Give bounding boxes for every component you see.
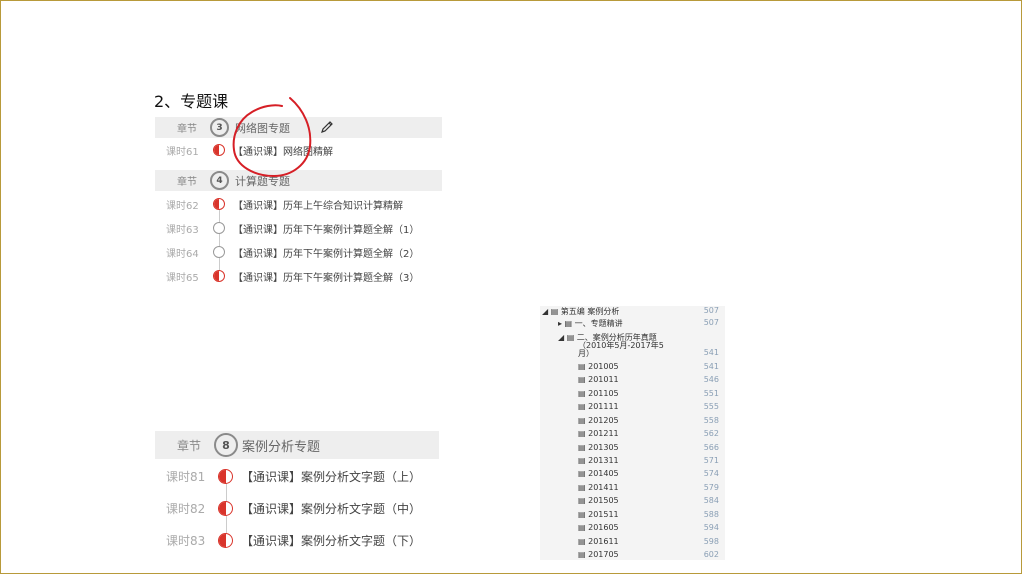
toc-entry-text: ▤ 201105 bbox=[578, 389, 619, 398]
lesson-title[interactable]: 【通识课】历年下午案例计算题全解（1） bbox=[233, 221, 419, 236]
lesson-number: 课时82 bbox=[166, 501, 206, 516]
toc-entry-text: ▤ 201311 bbox=[578, 456, 619, 465]
toc-page-number: 541 bbox=[703, 362, 719, 371]
toc-entry-text: ▤ 201511 bbox=[578, 510, 619, 519]
slide-frame bbox=[0, 0, 1022, 574]
chapter-number: 8 bbox=[214, 433, 238, 457]
edit-pencil-icon[interactable] bbox=[320, 120, 334, 134]
lesson-row[interactable]: 课时65 【通识课】历年下午案例计算题全解（3） bbox=[155, 267, 442, 285]
toc-entry-text: ▤ 201705 bbox=[578, 550, 619, 559]
toc-entry-text: ▸ ▤ 一、专题精讲 bbox=[558, 319, 623, 328]
toc-page-number: 594 bbox=[703, 523, 719, 532]
progress-empty-icon bbox=[213, 246, 225, 258]
toc-row[interactable]: ▤ 201105 551 bbox=[540, 389, 725, 402]
toc-row[interactable]: ▤ 201511 588 bbox=[540, 510, 725, 523]
progress-half-icon bbox=[213, 144, 225, 156]
toc-row[interactable]: ▤ 201011 546 bbox=[540, 375, 725, 388]
progress-half-icon bbox=[213, 198, 225, 210]
chapter-label: 章节 bbox=[177, 438, 202, 453]
toc-entry-text: ▤ 201205 bbox=[578, 416, 619, 425]
toc-row[interactable]: 月） 541 bbox=[540, 348, 725, 361]
lesson-title[interactable]: 【通识课】历年下午案例计算题全解（3） bbox=[233, 269, 419, 284]
toc-page-number: 602 bbox=[703, 550, 719, 559]
lesson-title[interactable]: 【通识课】案例分析文字题（中） bbox=[241, 500, 421, 517]
chapter-title: 案例分析专题 bbox=[242, 439, 321, 455]
toc-row[interactable]: ▤ 201505 584 bbox=[540, 496, 725, 509]
toc-page-number: 507 bbox=[703, 306, 719, 315]
lesson-row[interactable]: 课时62 【通识课】历年上午综合知识计算精解 bbox=[155, 195, 442, 213]
toc-page-number: 566 bbox=[703, 443, 719, 452]
lesson-title[interactable]: 【通识课】案例分析文字题（上） bbox=[241, 468, 421, 485]
progress-half-icon bbox=[218, 468, 233, 484]
toc-entry-text: ▤ 201411 bbox=[578, 483, 619, 492]
toc-row[interactable]: ▤ 201705 602 bbox=[540, 550, 725, 560]
hand-drawn-circle-annotation bbox=[232, 97, 312, 178]
lesson-number: 课时61 bbox=[166, 146, 199, 158]
toc-entry-text: ▤ 201005 bbox=[578, 362, 619, 371]
lesson-number: 课时63 bbox=[166, 224, 199, 236]
toc-entry-text: ▤ 201111 bbox=[578, 402, 619, 411]
toc-page-number: 551 bbox=[703, 389, 719, 398]
progress-half-icon bbox=[213, 270, 225, 282]
lesson-row[interactable]: 课时82 【通识课】案例分析文字题（中） bbox=[155, 498, 439, 518]
toc-entry-text: 月） bbox=[578, 349, 594, 358]
toc-page-number: 562 bbox=[703, 429, 719, 438]
toc-entry-text: ▤ 201405 bbox=[578, 469, 619, 478]
toc-entry-text: ▤ 201011 bbox=[578, 375, 619, 384]
progress-half-icon bbox=[218, 500, 233, 516]
toc-row[interactable]: ▤ 201211 562 bbox=[540, 429, 725, 442]
toc-row[interactable]: ▤ 201311 571 bbox=[540, 456, 725, 469]
lesson-row[interactable]: 课时64 【通识课】历年下午案例计算题全解（2） bbox=[155, 243, 442, 261]
toc-entry-text: ▤ 201605 bbox=[578, 523, 619, 532]
lesson-number: 课时65 bbox=[166, 272, 199, 284]
toc-page-number: 584 bbox=[703, 496, 719, 505]
toc-row[interactable]: ▤ 201305 566 bbox=[540, 443, 725, 456]
lesson-title[interactable]: 【通识课】历年下午案例计算题全解（2） bbox=[233, 245, 419, 260]
toc-row[interactable]: ▤ 201205 558 bbox=[540, 416, 725, 429]
lesson-row[interactable]: 课时81 【通识课】案例分析文字题（上） bbox=[155, 466, 439, 486]
progress-empty-icon bbox=[213, 222, 225, 234]
toc-page-number: 574 bbox=[703, 469, 719, 478]
toc-row[interactable]: ▤ 201005 541 bbox=[540, 362, 725, 375]
toc-page-number: 579 bbox=[703, 483, 719, 492]
lesson-number: 课时81 bbox=[166, 469, 206, 484]
lesson-row[interactable]: 课时83 【通识课】案例分析文字题（下） bbox=[155, 530, 439, 550]
toc-page-number: 558 bbox=[703, 416, 719, 425]
toc-entry-text: ◢ ▤ 第五编 案例分析 bbox=[542, 307, 620, 316]
progress-half-icon bbox=[218, 532, 233, 548]
toc-row[interactable]: ▤ 201605 594 bbox=[540, 523, 725, 536]
chapter-label: 章节 bbox=[177, 177, 197, 188]
toc-page-number: 555 bbox=[703, 402, 719, 411]
page-title: 2、专题课 bbox=[154, 92, 229, 111]
lesson-title[interactable]: 【通识课】案例分析文字题（下） bbox=[241, 532, 421, 549]
chapter-label: 章节 bbox=[177, 124, 197, 135]
toc-page-number: 541 bbox=[703, 348, 719, 357]
toc-page-number: 507 bbox=[703, 318, 719, 327]
toc-page-number: 546 bbox=[703, 375, 719, 384]
timeline-line bbox=[219, 204, 220, 276]
toc-row[interactable]: ▸ ▤ 一、专题精讲 507 bbox=[540, 318, 725, 331]
toc-entry-text: ▤ 201505 bbox=[578, 496, 619, 505]
lesson-number: 课时83 bbox=[166, 533, 206, 548]
book-table-of-contents: ◢ ▤ 第五编 案例分析 507 ▸ ▤ 一、专题精讲 507 ◢ ▤ 二、案例分析历年… bbox=[540, 306, 725, 560]
lesson-title[interactable]: 【通识课】历年上午综合知识计算精解 bbox=[233, 197, 403, 212]
lesson-number: 课时62 bbox=[166, 200, 199, 212]
toc-row[interactable]: ▤ 201611 598 bbox=[540, 537, 725, 550]
toc-page-number: 571 bbox=[703, 456, 719, 465]
toc-row[interactable]: ▤ 201411 579 bbox=[540, 483, 725, 496]
toc-row[interactable]: ▤ 201111 555 bbox=[540, 402, 725, 415]
chapter-row[interactable]: 章节 8 案例分析专题 bbox=[155, 431, 439, 459]
toc-page-number: 588 bbox=[703, 510, 719, 519]
toc-row[interactable]: ▤ 201405 574 bbox=[540, 469, 725, 482]
lesson-number: 课时64 bbox=[166, 248, 199, 260]
toc-entry-text: ▤ 201211 bbox=[578, 429, 619, 438]
toc-entry-text: ▤ 201305 bbox=[578, 443, 619, 452]
toc-entry-text: ▤ 201611 bbox=[578, 537, 619, 546]
toc-page-number: 598 bbox=[703, 537, 719, 546]
lesson-row[interactable]: 课时63 【通识课】历年下午案例计算题全解（1） bbox=[155, 219, 442, 237]
